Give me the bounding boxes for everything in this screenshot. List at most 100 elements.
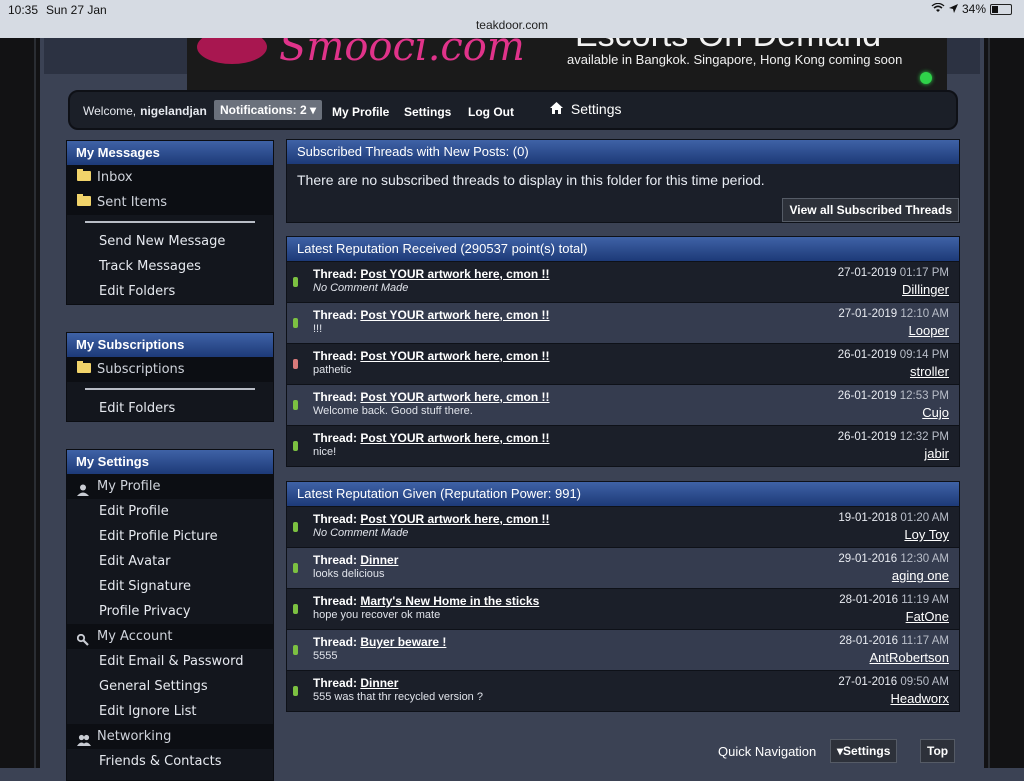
thread-link[interactable]: Post YOUR artwork here, cmon !! [360, 308, 549, 322]
reputation-date: 19-01-2018 [838, 512, 898, 524]
thread-link[interactable]: Dinner [360, 676, 398, 690]
sidebar-item-privacy[interactable]: Profile Privacy [67, 599, 273, 624]
address-bar[interactable]: teakdoor.com [0, 18, 1024, 32]
reputation-datetime: 28-01-2016 11:19 AM [839, 594, 949, 606]
thread-line: Thread: Post YOUR artwork here, cmon !! [313, 431, 550, 445]
folder-icon [77, 169, 91, 181]
page-frame-left [0, 38, 40, 768]
sidebar-item-general[interactable]: General Settings [67, 674, 273, 699]
thread-link[interactable]: Post YOUR artwork here, cmon !! [360, 349, 549, 363]
reputation-datetime: 27-01-2019 01:17 PM [838, 267, 949, 279]
quick-navigation-label: Quick Navigation [718, 744, 817, 759]
reputation-user-link[interactable]: AntRobertson [870, 650, 950, 665]
reputation-comment: nice! [313, 446, 337, 458]
reputation-user-link[interactable]: Dillinger [902, 282, 949, 297]
reputation-time: 09:50 AM [900, 676, 949, 688]
sidebar-item-sub-edit-folders[interactable]: Edit Folders [67, 396, 273, 421]
sidebar-item-edit-email[interactable]: Edit Email & Password [67, 649, 273, 674]
subscribed-threads-panel: Subscribed Threads with New Posts: (0) T… [286, 139, 960, 223]
reputation-pip-icon [293, 359, 298, 369]
sidebar-item-edit-profile[interactable]: Edit Profile [67, 499, 273, 524]
quick-nav-settings-button[interactable]: ▾Settings [830, 739, 898, 763]
lips-logo-icon [197, 38, 267, 64]
sidebar-subscriptions-title: My Subscriptions [67, 333, 273, 357]
thread-link[interactable]: Post YOUR artwork here, cmon !! [360, 512, 549, 526]
username[interactable]: nigelandjan [140, 104, 207, 118]
reputation-time: 12:32 PM [899, 431, 949, 443]
breadcrumb: Settings [550, 101, 621, 117]
subscribed-empty-message: There are no subscribed threads to displ… [297, 172, 765, 188]
banner-subline: available in Bangkok. Singapore, Hong Ko… [567, 52, 903, 67]
sidebar-item-edit-folders[interactable]: Edit Folders [67, 279, 273, 304]
thread-link[interactable]: Post YOUR artwork here, cmon !! [360, 390, 549, 404]
thread-link[interactable]: Post YOUR artwork here, cmon !! [360, 431, 549, 445]
ad-banner[interactable]: Smooci.com Escorts On Demand available i… [187, 38, 947, 90]
reputation-date: 27-01-2019 [838, 308, 898, 320]
reputation-user-link[interactable]: Looper [909, 323, 949, 338]
reputation-pip-icon [293, 604, 298, 614]
sidebar-item-inbox[interactable]: Inbox [67, 165, 273, 190]
thread-link[interactable]: Marty's New Home in the sticks [360, 594, 539, 608]
sidebar-settings-title: My Settings [67, 450, 273, 474]
table-row: Thread: Post YOUR artwork here, cmon !! n… [287, 425, 959, 466]
sidebar-cat-my-account: My Account [67, 624, 273, 649]
reputation-time: 11:17 AM [901, 635, 949, 647]
reputation-user-link[interactable]: Cujo [922, 405, 949, 420]
reputation-date: 28-01-2016 [839, 635, 899, 647]
status-icons: 34% [931, 2, 1012, 16]
reputation-user-link[interactable]: Loy Toy [904, 527, 949, 542]
thread-line: Thread: Buyer beware ! [313, 635, 447, 649]
reputation-time: 01:17 PM [899, 267, 949, 279]
reputation-date: 26-01-2019 [837, 349, 897, 361]
subscribed-threads-title: Subscribed Threads with New Posts: (0) [287, 140, 959, 164]
sidebar-item-track[interactable]: Track Messages [67, 254, 273, 279]
online-indicator-icon [920, 72, 932, 84]
page-frame-right [984, 38, 1024, 768]
sidebar-item-edit-picture[interactable]: Edit Profile Picture [67, 524, 273, 549]
sidebar-item-sent[interactable]: Sent Items [67, 190, 273, 215]
table-row: Thread: Post YOUR artwork here, cmon !! p… [287, 343, 959, 384]
sidebar-item-edit-avatar[interactable]: Edit Avatar [67, 549, 273, 574]
thread-link[interactable]: Post YOUR artwork here, cmon !! [360, 267, 549, 281]
reputation-comment: No Comment Made [313, 527, 409, 539]
reputation-user-link[interactable]: aging one [892, 568, 949, 583]
notifications-dropdown[interactable]: Notifications: 2 ▾ [214, 100, 323, 120]
reputation-time: 09:14 PM [899, 349, 949, 361]
sidebar-item-friends[interactable]: Friends & Contacts [67, 749, 273, 774]
welcome-text: Welcome, nigelandjan [83, 104, 207, 118]
thread-link[interactable]: Dinner [360, 553, 398, 567]
nav-logout[interactable]: Log Out [468, 105, 514, 119]
thread-link[interactable]: Buyer beware ! [360, 635, 446, 649]
sidebar-item-subscriptions[interactable]: Subscriptions [67, 357, 273, 382]
reputation-date: 29-01-2016 [838, 553, 898, 565]
thread-line: Thread: Marty's New Home in the sticks [313, 594, 540, 608]
nav-settings[interactable]: Settings [404, 105, 451, 119]
reputation-pip-icon [293, 277, 298, 287]
sidebar-messages: My Messages Inbox Sent Items Send New Me… [66, 140, 274, 305]
thread-line: Thread: Post YOUR artwork here, cmon !! [313, 390, 550, 404]
view-all-subscribed-button[interactable]: View all Subscribed Threads [782, 198, 959, 222]
reputation-user-link[interactable]: stroller [910, 364, 949, 379]
page: Smooci.com Escorts On Demand available i… [44, 38, 980, 781]
divider [67, 382, 273, 396]
reputation-time: 12:10 AM [900, 308, 949, 320]
sidebar-item-ignore[interactable]: Edit Ignore List [67, 699, 273, 724]
user-navbar: Welcome, nigelandjan Notifications: 2 ▾ M… [68, 90, 958, 130]
sidebar-item-send-new[interactable]: Send New Message [67, 229, 273, 254]
home-icon[interactable] [550, 101, 567, 117]
reputation-user-link[interactable]: jabir [924, 446, 949, 461]
reputation-datetime: 26-01-2019 09:14 PM [838, 349, 949, 361]
sidebar-item-edit-signature[interactable]: Edit Signature [67, 574, 273, 599]
nav-my-profile[interactable]: My Profile [332, 105, 389, 119]
top-button[interactable]: Top [920, 739, 956, 763]
reputation-datetime: 26-01-2019 12:32 PM [838, 431, 949, 443]
reputation-datetime: 19-01-2018 01:20 AM [838, 512, 949, 524]
reputation-user-link[interactable]: Headworx [890, 691, 949, 706]
reputation-date: 27-01-2016 [838, 676, 898, 688]
reputation-pip-icon [293, 686, 298, 696]
caret-down-icon: ▾ [310, 103, 317, 117]
reputation-time: 12:53 PM [899, 390, 949, 402]
reputation-date: 28-01-2016 [839, 594, 899, 606]
reputation-user-link[interactable]: FatOne [906, 609, 949, 624]
reputation-datetime: 26-01-2019 12:53 PM [838, 390, 949, 402]
